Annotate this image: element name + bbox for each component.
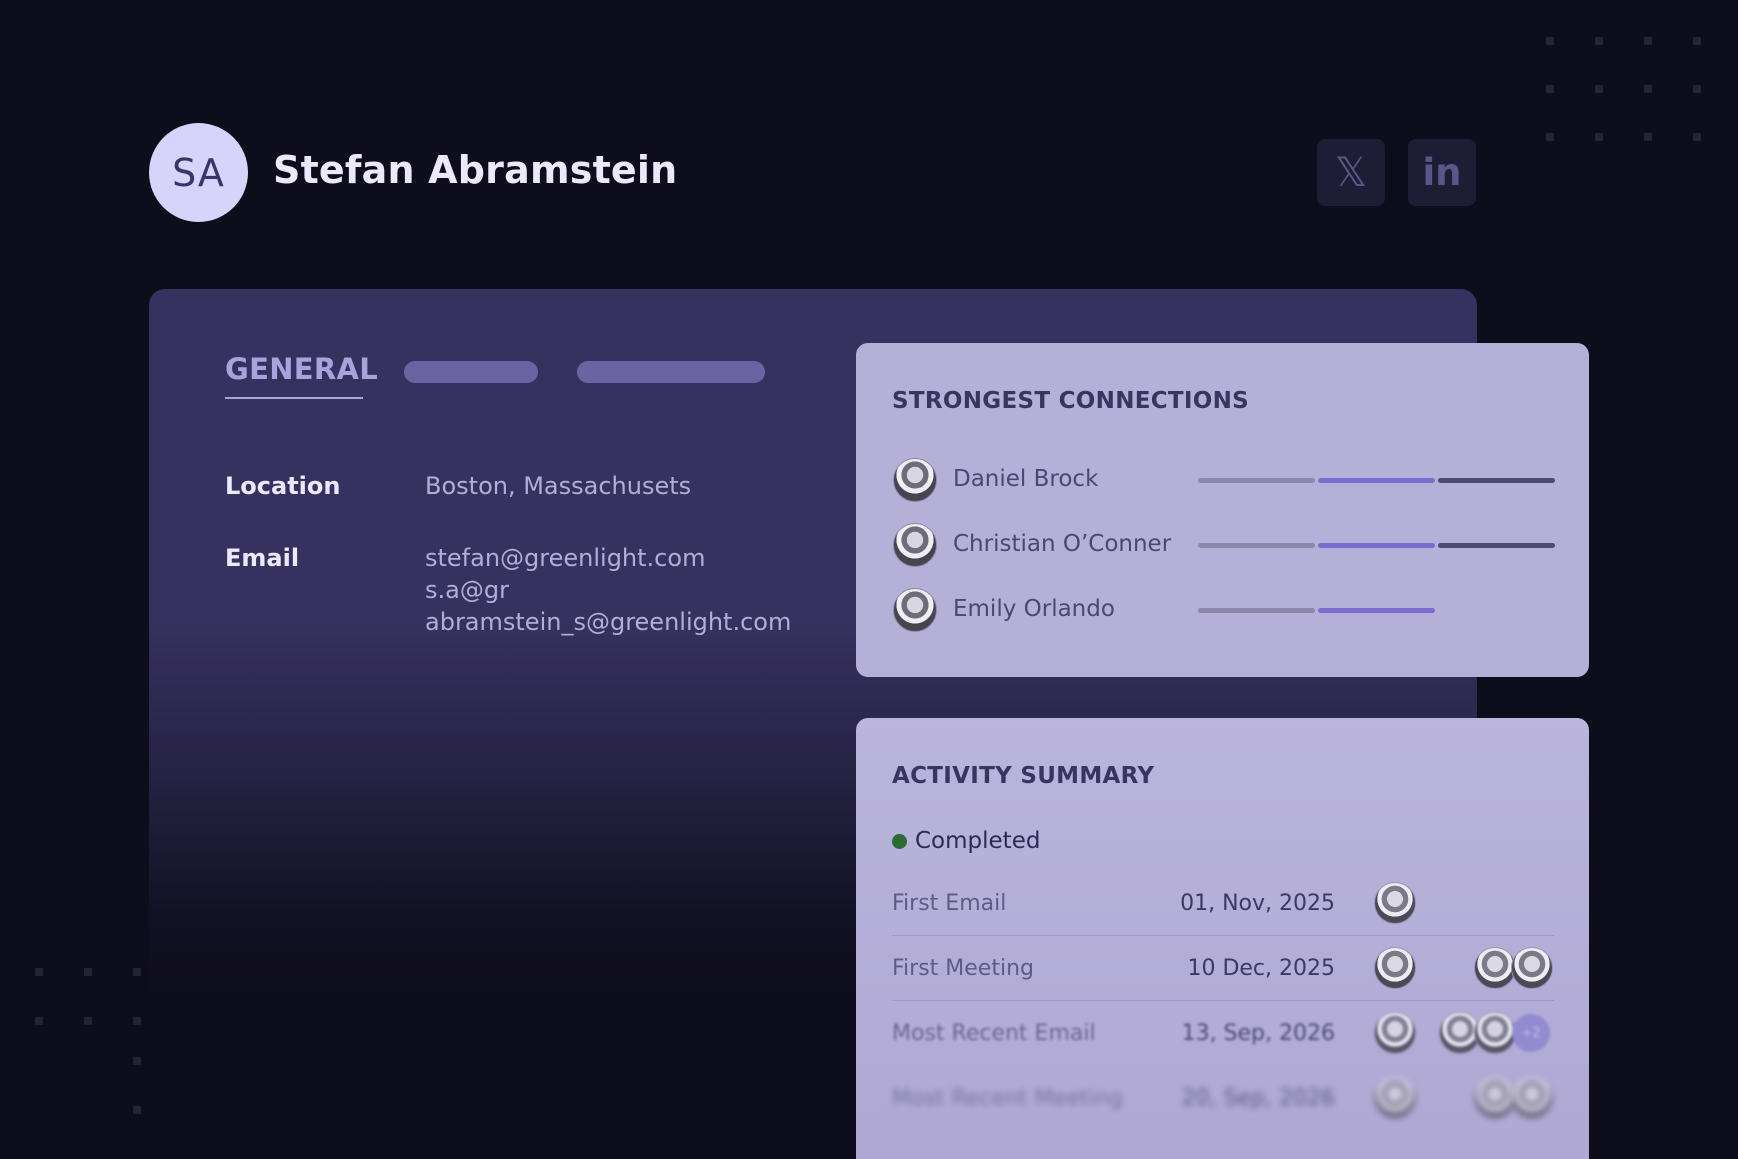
linkedin-social-button[interactable]: in <box>1408 139 1476 206</box>
connection-name: Emily Orlando <box>953 596 1115 622</box>
strength-bar-segment <box>1438 478 1555 483</box>
activity-label: First Email <box>892 891 1007 916</box>
linkedin-icon: in <box>1422 151 1462 194</box>
activity-label: Most Recent Email <box>892 1021 1096 1046</box>
email-label: Email <box>225 544 300 572</box>
connection-row[interactable]: Christian O’Conner <box>893 523 1563 567</box>
avatar <box>1374 1012 1416 1054</box>
profile-name: Stefan Abramstein <box>273 148 678 192</box>
x-logo-icon: 𝕏 <box>1334 149 1368 196</box>
tab-general[interactable]: GENERAL <box>225 352 378 386</box>
strength-bar-segment <box>1198 478 1315 483</box>
avatar <box>1511 947 1553 989</box>
avatar <box>1374 1077 1416 1119</box>
avatar <box>1374 947 1416 989</box>
profile-avatar: SA <box>149 123 248 222</box>
avatar <box>893 588 937 632</box>
email-value[interactable]: s.a@gr <box>425 574 791 606</box>
avatar <box>1374 882 1416 924</box>
strength-bar-segment <box>1198 608 1315 613</box>
connection-row[interactable]: Emily Orlando <box>893 588 1563 632</box>
strength-bar-segment <box>1318 543 1435 548</box>
email-list: stefan@greenlight.com s.a@gr abramstein_… <box>425 542 791 638</box>
location-label: Location <box>225 472 341 500</box>
activity-row[interactable]: First Email 01, Nov, 2025 <box>892 871 1554 936</box>
connection-row[interactable]: Daniel Brock <box>893 458 1563 502</box>
strength-bar-segment <box>1318 478 1435 483</box>
activity-date: 13, Sep, 2026 <box>1181 1021 1335 1046</box>
connections-title: STRONGEST CONNECTIONS <box>892 388 1250 414</box>
location-value: Boston, Massachusets <box>425 472 692 500</box>
activity-date: 20, Sep, 2026 <box>1181 1086 1335 1111</box>
activity-label: First Meeting <box>892 956 1034 981</box>
avatar <box>1474 1077 1516 1119</box>
strength-bar-segment <box>1438 543 1555 548</box>
strength-bar-segment <box>1318 608 1435 613</box>
activity-label: Most Recent Meeting <box>892 1086 1124 1111</box>
strength-bar-segment <box>1198 543 1315 548</box>
activity-row[interactable]: Most Recent Email 13, Sep, 2026 +2 <box>892 1001 1554 1066</box>
connection-name: Christian O’Conner <box>953 531 1172 557</box>
activity-date: 01, Nov, 2025 <box>1180 891 1335 916</box>
dot-grid-top-right <box>1546 37 1706 147</box>
activity-title: ACTIVITY SUMMARY <box>892 763 1155 789</box>
activity-row[interactable]: Most Recent Meeting 20, Sep, 2026 <box>892 1066 1554 1131</box>
active-tab-indicator <box>225 397 363 399</box>
avatar <box>1511 1077 1553 1119</box>
avatar <box>1474 1012 1516 1054</box>
activity-row[interactable]: First Meeting 10 Dec, 2025 <box>892 936 1554 1001</box>
tab-placeholder-1[interactable] <box>404 361 538 383</box>
status-label: Completed <box>915 828 1041 854</box>
email-value[interactable]: stefan@greenlight.com <box>425 542 791 574</box>
activity-date: 10 Dec, 2025 <box>1187 956 1335 981</box>
avatar <box>893 458 937 502</box>
more-avatars-badge[interactable]: +2 <box>1512 1014 1550 1052</box>
email-value[interactable]: abramstein_s@greenlight.com <box>425 606 791 638</box>
avatar <box>893 523 937 567</box>
avatar <box>1474 947 1516 989</box>
x-social-button[interactable]: 𝕏 <box>1317 139 1385 206</box>
status-dot-icon <box>892 834 907 849</box>
tab-placeholder-2[interactable] <box>577 361 765 383</box>
connection-name: Daniel Brock <box>953 466 1099 492</box>
